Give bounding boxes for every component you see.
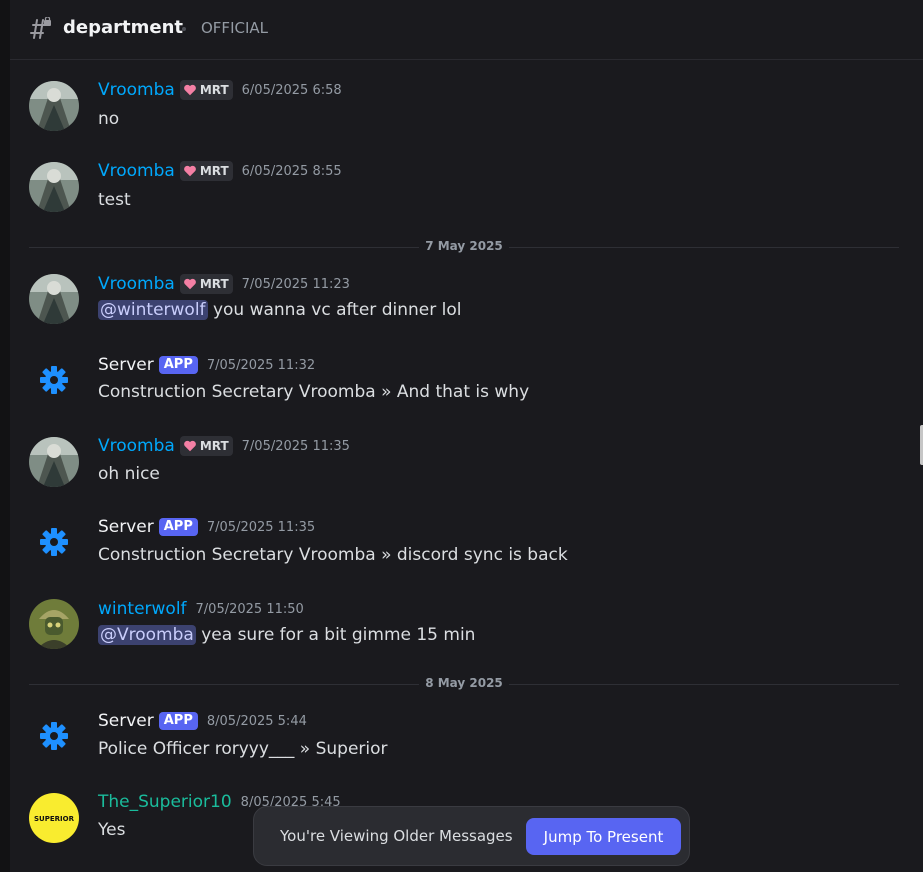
role-label: MRT xyxy=(199,277,229,291)
role-label: MRT xyxy=(199,164,229,178)
message-timestamp[interactable]: 7/05/2025 11:32 xyxy=(207,358,315,373)
date-divider-label: 8 May 2025 xyxy=(0,676,923,690)
message-content: Construction Secretary Vroomba » And tha… xyxy=(98,382,530,402)
sidebar-edge xyxy=(0,0,10,872)
message-author[interactable]: The_Superior10 xyxy=(98,792,232,812)
gear-icon xyxy=(40,528,68,556)
older-messages-label: You're Viewing Older Messages xyxy=(280,827,513,845)
message-author[interactable]: Server xyxy=(98,355,154,375)
gear-icon xyxy=(40,366,68,394)
message-author[interactable]: Vroomba xyxy=(98,274,175,294)
role-badge[interactable]: MRT xyxy=(179,80,233,100)
avatar[interactable] xyxy=(29,274,79,324)
channel-name: department xyxy=(63,17,183,38)
message-author[interactable]: Server xyxy=(98,711,154,731)
message-author[interactable]: Vroomba xyxy=(98,436,175,456)
message-text: you wanna vc after dinner lol xyxy=(212,300,462,320)
avatar[interactable] xyxy=(29,517,79,567)
channel-topic[interactable]: OFFICIAL xyxy=(201,19,268,37)
message-content: Police Officer roryyy___ » Superior xyxy=(98,739,388,759)
channel-header: department OFFICIAL xyxy=(10,0,923,60)
message-timestamp[interactable]: 7/05/2025 11:35 xyxy=(207,520,315,535)
role-badge[interactable]: MRT xyxy=(179,436,233,456)
avatar[interactable] xyxy=(29,81,79,131)
avatar[interactable]: SUPERIOR xyxy=(29,793,79,843)
older-messages-bar: You're Viewing Older Messages Jump To Pr… xyxy=(253,806,690,866)
avatar[interactable] xyxy=(29,599,79,649)
role-badge[interactable]: MRT xyxy=(179,274,233,294)
message-timestamp[interactable]: 7/05/2025 11:50 xyxy=(196,602,304,617)
gear-icon xyxy=(40,722,68,750)
heart-icon xyxy=(183,440,196,452)
avatar-text: SUPERIOR xyxy=(34,815,75,823)
message-content: oh nice xyxy=(98,464,160,484)
message-content: Construction Secretary Vroomba » discord… xyxy=(98,545,568,565)
role-label: MRT xyxy=(199,439,229,453)
avatar[interactable] xyxy=(29,437,79,487)
message-timestamp[interactable]: 6/05/2025 6:58 xyxy=(242,83,342,98)
heart-icon xyxy=(183,165,196,177)
jump-to-present-button[interactable]: Jump To Present xyxy=(526,818,681,855)
avatar[interactable] xyxy=(29,711,79,761)
date-divider-label: 7 May 2025 xyxy=(0,239,923,253)
user-mention[interactable]: @winterwolf xyxy=(98,300,208,320)
text-channel-locked-icon xyxy=(30,17,51,39)
app-badge: APP xyxy=(158,518,198,536)
message-timestamp[interactable]: 6/05/2025 8:55 xyxy=(242,164,342,179)
heart-icon xyxy=(183,278,196,290)
message-timestamp[interactable]: 7/05/2025 11:35 xyxy=(242,439,350,454)
avatar[interactable] xyxy=(29,355,79,405)
role-badge[interactable]: MRT xyxy=(179,161,233,181)
message-content: Yes xyxy=(98,820,126,840)
avatar[interactable] xyxy=(29,162,79,212)
role-label: MRT xyxy=(199,83,229,97)
message-author[interactable]: winterwolf xyxy=(98,599,187,619)
message-author[interactable]: Vroomba xyxy=(98,80,175,100)
header-separator xyxy=(182,27,186,31)
message-author[interactable]: Vroomba xyxy=(98,161,175,181)
message-content: no xyxy=(98,109,120,129)
message-timestamp[interactable]: 8/05/2025 5:44 xyxy=(207,714,307,729)
message-timestamp[interactable]: 7/05/2025 11:23 xyxy=(242,277,350,292)
message-content: @Vroomba yea sure for a bit gimme 15 min xyxy=(98,625,475,645)
message-content: test xyxy=(98,190,131,210)
app-badge: APP xyxy=(158,712,198,730)
user-mention[interactable]: @Vroomba xyxy=(98,625,196,645)
app-badge: APP xyxy=(158,356,198,374)
heart-icon xyxy=(183,84,196,96)
message-content: @winterwolf you wanna vc after dinner lo… xyxy=(98,300,461,320)
message-author[interactable]: Server xyxy=(98,517,154,537)
message-text: yea sure for a bit gimme 15 min xyxy=(201,625,476,645)
